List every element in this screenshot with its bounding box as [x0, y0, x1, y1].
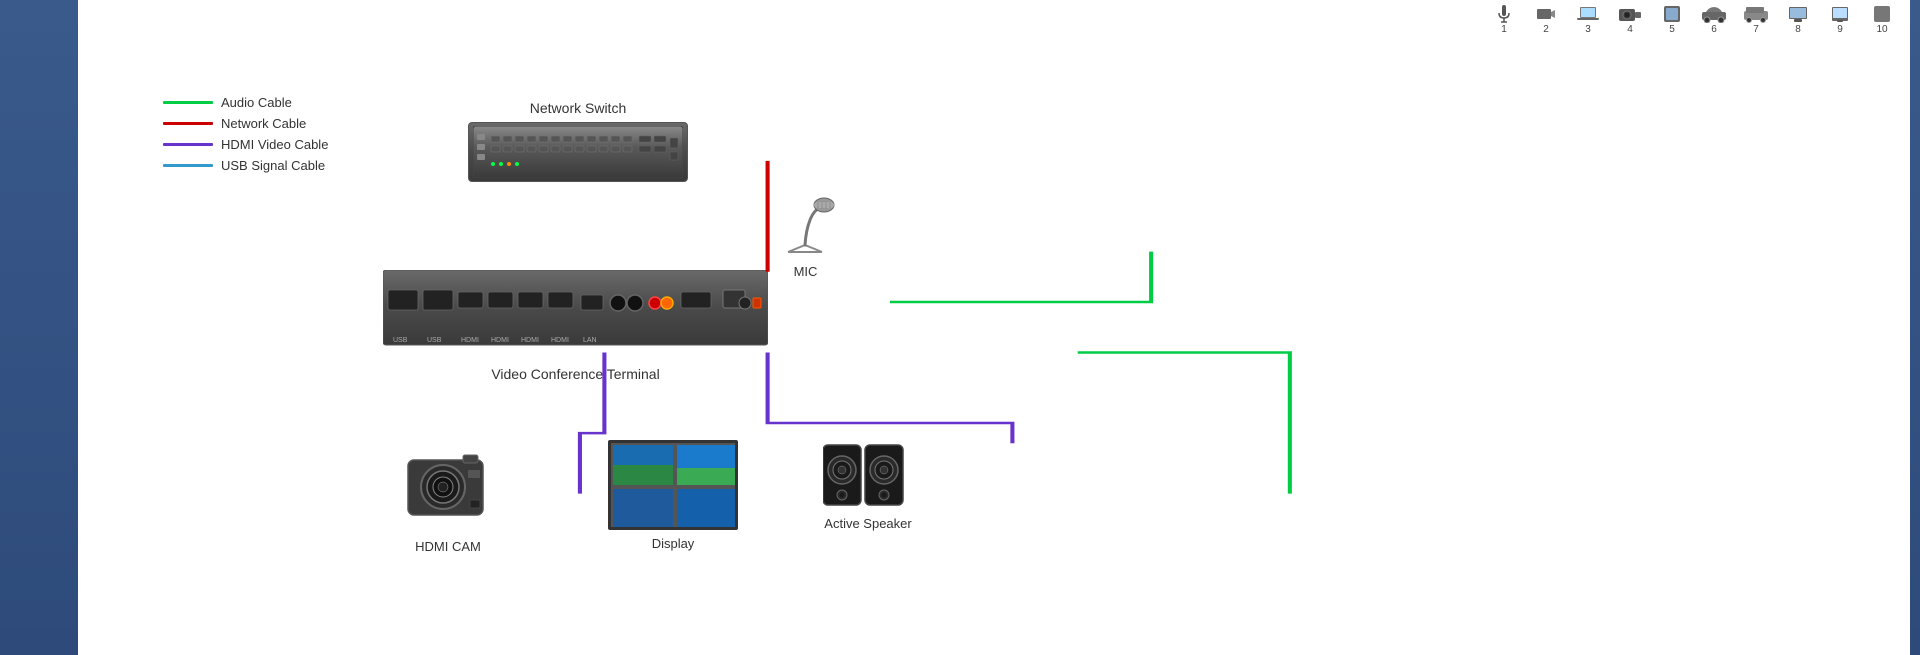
thumb-num-7: 7: [1753, 24, 1759, 35]
diagram: Network Switch: [278, 60, 1910, 655]
thumb-num-4: 4: [1627, 24, 1633, 35]
thumb-num-2: 2: [1543, 24, 1549, 35]
thumb-num-6: 6: [1711, 24, 1717, 35]
display-label: Display: [608, 536, 738, 551]
svg-text:USB: USB: [393, 337, 408, 344]
speaker-icon: [823, 440, 913, 510]
network-switch: Network Switch: [468, 100, 688, 182]
mic-svg: [768, 190, 843, 255]
speaker-svg: [823, 440, 913, 510]
cam-device: HDMI CAM: [398, 450, 498, 554]
cam-label: HDMI CAM: [398, 539, 498, 554]
switch-svg: [473, 126, 683, 178]
thumb-icon-9: [1825, 4, 1855, 24]
thumb-icon-7: [1741, 4, 1771, 24]
thumb-2[interactable]: 2: [1531, 4, 1561, 35]
thumb-6[interactable]: 6: [1699, 4, 1729, 35]
network-switch-label: Network Switch: [468, 100, 688, 116]
thumb-num-9: 9: [1837, 24, 1843, 35]
vct-label: Video Conference Terminal: [383, 366, 768, 382]
switch-body: [468, 122, 688, 182]
svg-text:HDMI: HDMI: [521, 337, 539, 344]
main-content: 1 2 3 4 5: [78, 0, 1910, 655]
thumbnails-row: 1 2 3 4 5: [1481, 2, 1905, 37]
thumb-5[interactable]: 5: [1657, 4, 1687, 35]
thumb-icon-8: [1783, 4, 1813, 24]
svg-text:HDMI: HDMI: [461, 337, 479, 344]
thumb-icon-2: [1531, 4, 1561, 24]
mic-label: MIC: [768, 264, 843, 279]
legend-usb-line: [163, 164, 213, 167]
legend-hdmi-line: [163, 143, 213, 146]
thumb-8[interactable]: 8: [1783, 4, 1813, 35]
legend-network-line: [163, 122, 213, 125]
legend-audio-line: [163, 101, 213, 104]
right-sidebar: [1910, 0, 1920, 655]
svg-text:USB: USB: [427, 337, 442, 344]
speaker-label: Active Speaker: [823, 516, 913, 531]
svg-text:HDMI: HDMI: [551, 337, 569, 344]
thumb-9[interactable]: 9: [1825, 4, 1855, 35]
thumb-icon-10: [1867, 4, 1897, 24]
thumb-1[interactable]: 1: [1489, 4, 1519, 35]
display-screen: [611, 443, 735, 527]
svg-text:HDMI: HDMI: [491, 337, 509, 344]
display-icon: [608, 440, 738, 530]
thumb-icon-1: [1489, 4, 1519, 24]
thumb-num-3: 3: [1585, 24, 1591, 35]
thumb-num-10: 10: [1876, 24, 1887, 35]
thumb-icon-5: [1657, 4, 1687, 24]
thumb-icon-6: [1699, 4, 1729, 24]
thumb-10[interactable]: 10: [1867, 4, 1897, 35]
vct-svg: USB USB HDMI HDMI HDMI HDMI LAN: [383, 270, 768, 355]
thumb-icon-3: [1573, 4, 1603, 24]
display-device: Display: [608, 440, 738, 551]
thumb-3[interactable]: 3: [1573, 4, 1603, 35]
speaker-device: Active Speaker: [823, 440, 913, 531]
svg-text:LAN: LAN: [583, 337, 597, 344]
thumb-7[interactable]: 7: [1741, 4, 1771, 35]
thumb-num-5: 5: [1669, 24, 1675, 35]
thumb-num-8: 8: [1795, 24, 1801, 35]
left-sidebar: [0, 0, 78, 655]
thumb-4[interactable]: 4: [1615, 4, 1645, 35]
thumb-icon-4: [1615, 4, 1645, 24]
cam-svg: [398, 450, 498, 530]
vct: USB USB HDMI HDMI HDMI HDMI LAN Video Co…: [383, 270, 768, 382]
mic-device: MIC: [768, 190, 843, 279]
thumb-num-1: 1: [1501, 24, 1507, 35]
